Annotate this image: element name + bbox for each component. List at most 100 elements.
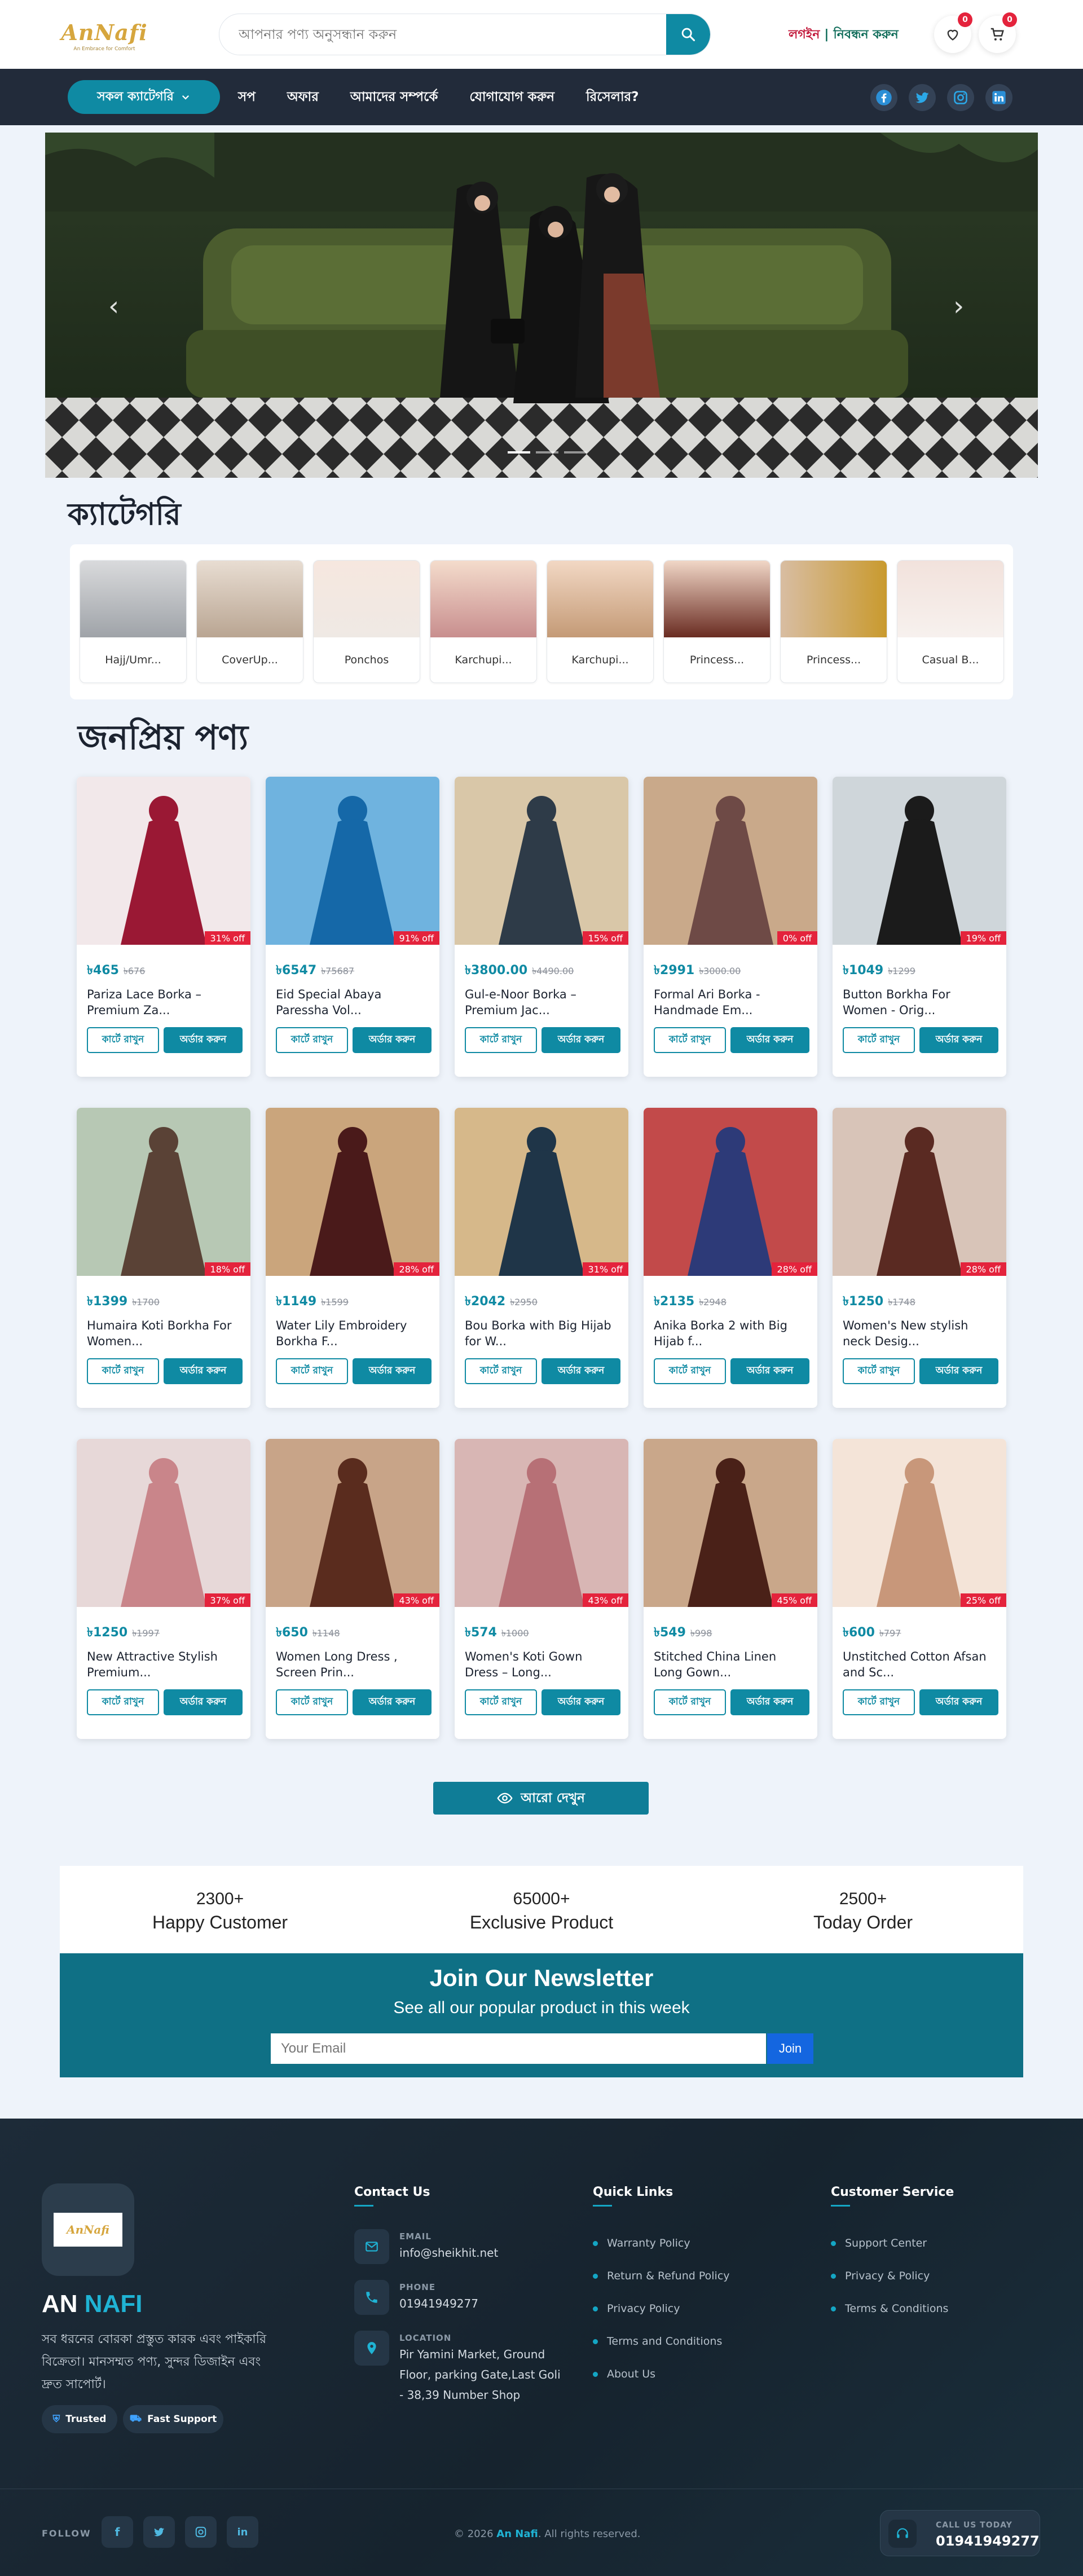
order-now-button[interactable]: অর্ডার করুন — [353, 1689, 432, 1715]
product-name[interactable]: Pariza Lace Borka – Premium Za... — [87, 987, 240, 1018]
product-image[interactable] — [455, 1439, 628, 1607]
add-to-cart-button[interactable]: কার্টে রাখুন — [276, 1358, 348, 1384]
order-now-button[interactable]: অর্ডার করুন — [919, 1689, 998, 1715]
hero-next-arrow[interactable]: › — [953, 290, 964, 322]
order-now-button[interactable]: অর্ডার করুন — [164, 1689, 243, 1715]
product-card[interactable]: 45% off ৳549 ৳998 Stitched China Linen Long… — [644, 1439, 817, 1739]
product-image[interactable] — [77, 777, 250, 945]
category-card[interactable]: Princess... — [780, 560, 887, 683]
cart-button[interactable]: 0 — [979, 12, 1017, 53]
product-card[interactable]: 25% off ৳600 ৳797 Unstitched Cotton Afsan a… — [833, 1439, 1006, 1739]
newsletter-join-button[interactable]: Join — [767, 2033, 813, 2064]
product-name[interactable]: Bou Borka with Big Hijab for W... — [465, 1318, 618, 1349]
order-now-button[interactable]: অর্ডার করুন — [353, 1027, 432, 1053]
facebook-link[interactable] — [870, 84, 897, 111]
hero-dot[interactable] — [536, 451, 558, 453]
product-image[interactable] — [266, 1108, 439, 1276]
twitter-link[interactable] — [909, 84, 936, 111]
product-card[interactable]: 37% off ৳1250 ৳1997 New Attractive Stylish … — [77, 1439, 250, 1739]
product-card[interactable]: 28% off ৳1149 ৳1599 Water Lily Embroidery B… — [266, 1108, 439, 1408]
footer-linkedin-link[interactable]: in — [227, 2516, 258, 2548]
add-to-cart-button[interactable]: কার্টে রাখুন — [654, 1689, 726, 1715]
footer-instagram-link[interactable] — [185, 2516, 217, 2548]
phone-value[interactable]: 01941949277 — [399, 2293, 478, 2314]
add-to-cart-button[interactable]: কার্টে রাখুন — [276, 1689, 348, 1715]
category-card[interactable]: Karchupi... — [547, 560, 654, 683]
product-image[interactable] — [644, 1108, 817, 1276]
product-card[interactable]: 31% off ৳2042 ৳2950 Bou Borka with Big Hija… — [455, 1108, 628, 1408]
order-now-button[interactable]: অর্ডার করুন — [919, 1358, 998, 1384]
product-image[interactable] — [833, 1108, 1006, 1276]
all-categories-button[interactable]: সকল ক্যাটেগরি — [68, 80, 220, 114]
footer-twitter-link[interactable] — [143, 2516, 175, 2548]
service-link-terms[interactable]: Terms & Conditions — [831, 2302, 948, 2315]
product-name[interactable]: Formal Ari Borka - Handmade Em... — [654, 987, 807, 1018]
search-input[interactable] — [219, 14, 666, 55]
product-image[interactable] — [644, 777, 817, 945]
product-card[interactable]: 28% off ৳1250 ৳1748 Women's New stylish nec… — [833, 1108, 1006, 1408]
nav-link-contact[interactable]: যোগাযোগ করুন — [469, 86, 554, 108]
call-us-box[interactable]: CALL US TODAY 01941949277 — [880, 2510, 1040, 2556]
category-card[interactable]: Princess... — [663, 560, 771, 683]
service-link-support[interactable]: Support Center — [831, 2237, 927, 2249]
product-name[interactable]: New Attractive Stylish Premium... — [87, 1649, 240, 1680]
linkedin-link[interactable] — [985, 84, 1012, 111]
order-now-button[interactable]: অর্ডার করুন — [730, 1358, 809, 1384]
product-name[interactable]: Unstitched Cotton Afsan and Sc... — [843, 1649, 996, 1680]
product-card[interactable]: 43% off ৳650 ৳1148 Women Long Dress , Scree… — [266, 1439, 439, 1739]
product-image[interactable] — [455, 1108, 628, 1276]
instagram-link[interactable] — [947, 84, 974, 111]
category-card[interactable]: Ponchos — [313, 560, 420, 683]
product-name[interactable]: Humaira Koti Borkha For Women... — [87, 1318, 240, 1349]
product-name[interactable]: Women's Koti Gown Dress – Long... — [465, 1649, 618, 1680]
product-name[interactable]: Women Long Dress , Screen Prin... — [276, 1649, 429, 1680]
product-name[interactable]: Anika Borka 2 with Big Hijab f... — [654, 1318, 807, 1349]
service-link-privacy[interactable]: Privacy & Policy — [831, 2270, 930, 2282]
category-card[interactable]: Hajj/Umr... — [80, 560, 187, 683]
product-card[interactable]: 18% off ৳1399 ৳1700 Humaira Koti Borkha For… — [77, 1108, 250, 1408]
register-link[interactable]: নিবন্ধন করুন — [833, 28, 898, 42]
quick-link-terms[interactable]: Terms and Conditions — [593, 2335, 722, 2348]
product-card[interactable]: 43% off ৳574 ৳1000 Women's Koti Gown Dress … — [455, 1439, 628, 1739]
add-to-cart-button[interactable]: কার্টে রাখুন — [276, 1027, 348, 1053]
footer-facebook-link[interactable]: f — [102, 2516, 133, 2548]
order-now-button[interactable]: অর্ডার করুন — [164, 1358, 243, 1384]
quick-link-refund[interactable]: Return & Refund Policy — [593, 2270, 730, 2282]
add-to-cart-button[interactable]: কার্টে রাখুন — [843, 1027, 915, 1053]
product-card[interactable]: 31% off ৳465 ৳676 Pariza Lace Borka – Premi… — [77, 777, 250, 1077]
quick-link-warranty[interactable]: Warranty Policy — [593, 2237, 690, 2249]
add-to-cart-button[interactable]: কার্টে রাখুন — [465, 1689, 537, 1715]
add-to-cart-button[interactable]: কার্টে রাখুন — [843, 1689, 915, 1715]
newsletter-email-input[interactable] — [271, 2033, 766, 2064]
see-more-button[interactable]: আরো দেখুন — [433, 1782, 649, 1815]
hero-prev-arrow[interactable]: ‹ — [108, 290, 119, 322]
add-to-cart-button[interactable]: কার্টে রাখুন — [87, 1358, 159, 1384]
product-card[interactable]: 0% off ৳2991 ৳3000.00 Formal Ari Borka - Ha… — [644, 777, 817, 1077]
product-image[interactable] — [833, 777, 1006, 945]
nav-link-about[interactable]: আমাদের সম্পর্কে — [350, 86, 438, 108]
hero-banner[interactable]: ‹ › — [45, 133, 1038, 478]
quick-link-privacy[interactable]: Privacy Policy — [593, 2302, 680, 2315]
product-name[interactable]: Water Lily Embroidery Borkha F... — [276, 1318, 429, 1349]
add-to-cart-button[interactable]: কার্টে রাখুন — [87, 1689, 159, 1715]
product-name[interactable]: Women's New stylish neck Desig... — [843, 1318, 996, 1349]
product-card[interactable]: 15% off ৳3800.00 ৳4490.00 Gul-e-Noor Borka … — [455, 777, 628, 1077]
quick-link-about[interactable]: About Us — [593, 2368, 655, 2380]
hero-dot[interactable] — [508, 451, 530, 453]
login-link[interactable]: লগইন — [789, 28, 820, 42]
order-now-button[interactable]: অর্ডার করুন — [542, 1689, 620, 1715]
product-name[interactable]: Gul-e-Noor Borka – Premium Jac... — [465, 987, 618, 1018]
copyright-brand[interactable]: An Nafi — [496, 2528, 538, 2540]
site-logo[interactable]: AnNafi An Embrace for Comfort — [61, 12, 147, 59]
product-image[interactable] — [644, 1439, 817, 1607]
search-button[interactable] — [666, 14, 710, 55]
order-now-button[interactable]: অর্ডার করুন — [919, 1027, 998, 1053]
order-now-button[interactable]: অর্ডার করুন — [730, 1027, 809, 1053]
product-card[interactable]: 19% off ৳1049 ৳1299 Button Borkha For Women… — [833, 777, 1006, 1077]
email-value[interactable]: info@sheikhit.net — [399, 2243, 498, 2263]
add-to-cart-button[interactable]: কার্টে রাখুন — [654, 1027, 726, 1053]
category-card[interactable]: Casual B... — [897, 560, 1004, 683]
category-card[interactable]: CoverUp... — [196, 560, 303, 683]
category-card[interactable]: Karchupi... — [430, 560, 537, 683]
wishlist-button[interactable]: 0 — [934, 12, 972, 53]
